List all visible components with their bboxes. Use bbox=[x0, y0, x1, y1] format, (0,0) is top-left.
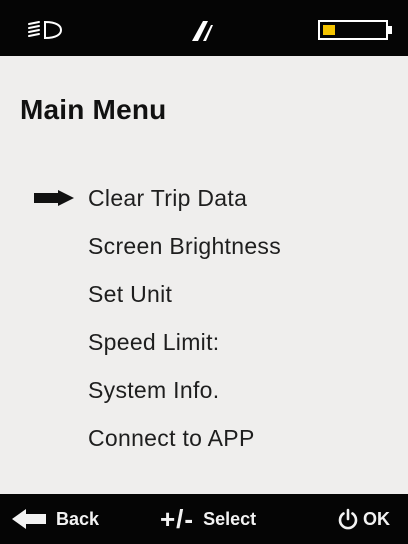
status-bar bbox=[0, 0, 408, 56]
menu-item-system-info[interactable]: System Info. bbox=[0, 366, 408, 414]
headlight-icon bbox=[28, 20, 63, 40]
power-icon bbox=[338, 508, 358, 530]
menu-item-set-unit[interactable]: Set Unit bbox=[0, 270, 408, 318]
ok-button[interactable]: OK bbox=[337, 494, 390, 544]
menu-item-clear-trip-data[interactable]: Clear Trip Data bbox=[0, 174, 408, 222]
battery-level-fill bbox=[323, 25, 335, 35]
back-button[interactable]: Back bbox=[12, 494, 99, 544]
menu-item-label: System Info. bbox=[88, 377, 220, 403]
menu-item-label: Speed Limit: bbox=[88, 329, 220, 355]
back-arrow-icon bbox=[12, 509, 46, 529]
plus-minus-symbol: +/- bbox=[160, 503, 195, 534]
menu-item-label: Set Unit bbox=[88, 281, 173, 307]
menu-item-label: Connect to APP bbox=[88, 425, 255, 451]
back-label: Back bbox=[56, 508, 100, 529]
display-screen: Main Menu Clear Trip Data Screen Brightn… bbox=[0, 0, 408, 544]
bottom-button-bar: Back +/- Select OK bbox=[0, 494, 408, 544]
menu-item-label: Screen Brightness bbox=[88, 233, 282, 259]
main-menu-list: Clear Trip Data Screen Brightness Set Un… bbox=[0, 174, 408, 462]
riding-mode-icon bbox=[192, 21, 213, 41]
menu-item-speed-limit[interactable]: Speed Limit: bbox=[0, 318, 408, 366]
select-button[interactable]: +/- Select bbox=[160, 494, 256, 544]
menu-item-connect-to-app[interactable]: Connect to APP bbox=[0, 414, 408, 462]
select-label: Select bbox=[203, 508, 257, 529]
selection-pointer-icon bbox=[34, 190, 74, 206]
page-title: Main Menu bbox=[20, 94, 167, 125]
battery-icon bbox=[318, 20, 392, 40]
ok-label: OK bbox=[363, 508, 390, 529]
menu-item-screen-brightness[interactable]: Screen Brightness bbox=[0, 222, 408, 270]
menu-item-label: Clear Trip Data bbox=[88, 185, 248, 211]
